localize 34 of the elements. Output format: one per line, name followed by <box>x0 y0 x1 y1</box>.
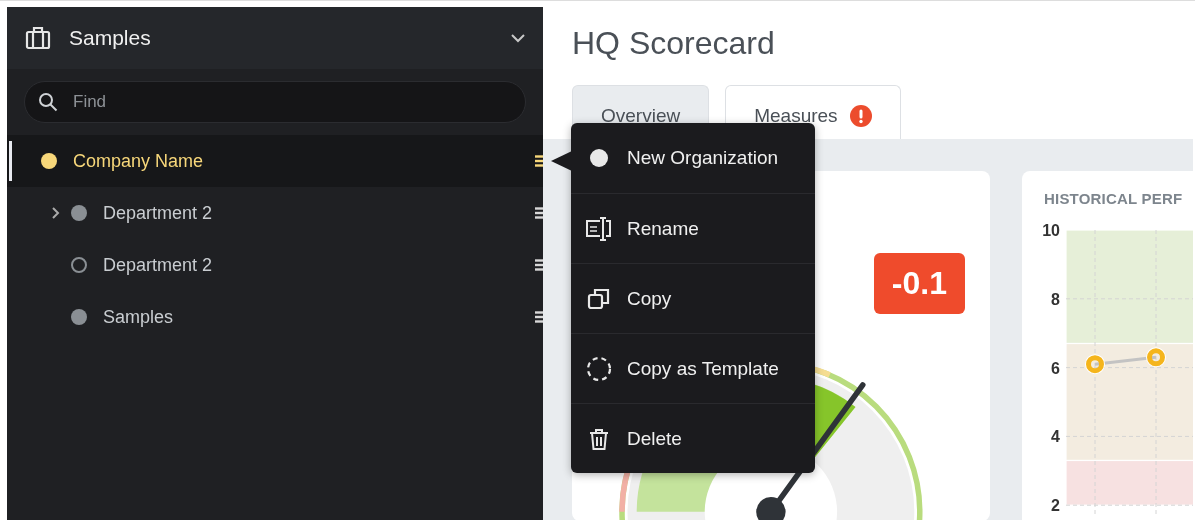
trash-icon <box>589 427 609 450</box>
menu-icon[interactable] <box>535 207 543 219</box>
data-point <box>1146 347 1166 368</box>
menu-item[interactable]: Delete <box>571 403 815 473</box>
search-icon <box>38 92 58 112</box>
menu-item[interactable]: Copy <box>571 263 815 333</box>
tree-item[interactable]: Department 2 <box>7 239 543 291</box>
suitcase-icon <box>25 26 51 50</box>
rename-icon <box>585 215 613 242</box>
tree-item[interactable]: Samples <box>7 291 543 343</box>
menu-icon[interactable] <box>535 311 543 323</box>
chevron-right-icon[interactable] <box>51 206 61 220</box>
tree-item[interactable]: Department 2 <box>7 187 543 239</box>
axis-label: 2 <box>1051 497 1060 515</box>
tree-item[interactable]: Company Name <box>7 135 543 187</box>
menu-icon[interactable] <box>535 155 543 167</box>
line-series <box>1094 355 1157 366</box>
axis-label: 6 <box>1051 359 1060 377</box>
dot-icon <box>590 149 608 167</box>
copy-icon <box>587 286 611 311</box>
axis-label: 10 <box>1042 222 1060 239</box>
menu-item[interactable]: Rename <box>571 193 815 263</box>
score-value: -0.1 <box>873 253 965 314</box>
axis-label: 8 <box>1051 290 1060 308</box>
search-field[interactable]: Find <box>24 81 526 123</box>
chart-title: HISTORICAL PERF <box>1043 189 1184 207</box>
axis-label: 4 <box>1051 428 1060 446</box>
dashed-circle-icon <box>586 355 612 382</box>
chevron-down-icon[interactable] <box>511 33 525 43</box>
menu-item[interactable]: Copy as Template <box>571 333 815 403</box>
workspace-title: Samples <box>69 26 152 50</box>
data-point <box>1085 354 1105 375</box>
menu-icon[interactable] <box>535 259 543 271</box>
page-title: HQ Scorecard <box>571 24 776 63</box>
